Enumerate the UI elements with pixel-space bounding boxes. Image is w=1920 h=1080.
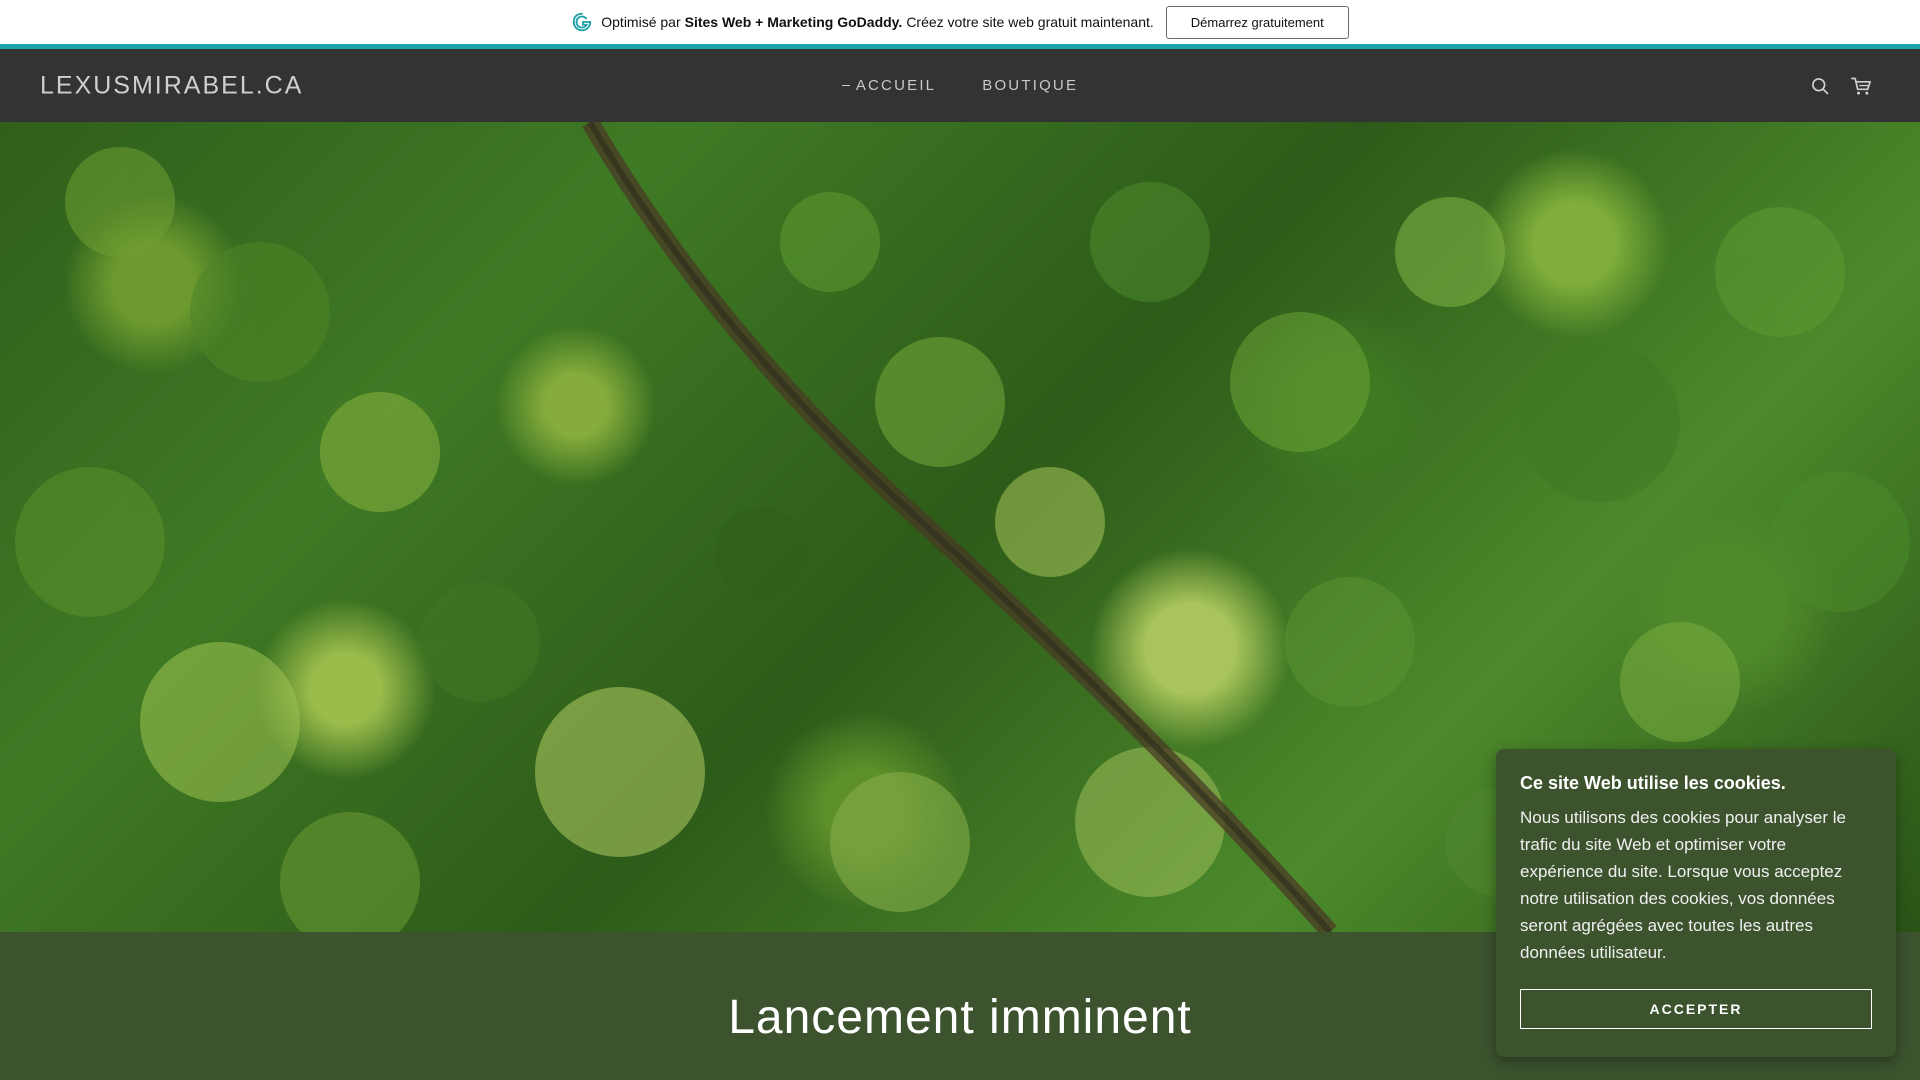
cookie-title: Ce site Web utilise les cookies. [1520, 773, 1786, 793]
promo-text: Optimisé par Sites Web + Marketing GoDad… [601, 14, 1154, 30]
accept-cookies-button[interactable]: ACCEPTER [1520, 989, 1872, 1029]
search-icon[interactable] [1810, 76, 1830, 96]
page-heading: Lancement imminent [728, 991, 1192, 1044]
active-indicator [841, 85, 850, 86]
cookie-body: Nous utilisons des cookies pour analyser… [1520, 808, 1847, 962]
godaddy-icon [571, 11, 593, 33]
site-logo[interactable]: LEXUSMIRABEL.CA [40, 71, 303, 100]
header-actions [1810, 76, 1872, 96]
promo-prefix: Optimisé par [601, 14, 681, 30]
promo-suffix: Créez votre site web gratuit maintenant. [906, 14, 1154, 30]
nav-item-label: BOUTIQUE [982, 77, 1079, 94]
cookie-banner: Ce site Web utilise les cookies. Nous ut… [1496, 749, 1896, 1057]
nav-item-label: ACCUEIL [855, 77, 937, 94]
start-free-button[interactable]: Démarrez gratuitement [1165, 5, 1349, 39]
promo-brand: Sites Web + Marketing GoDaddy. [684, 14, 903, 30]
page: Optimisé par Sites Web + Marketing GoDad… [0, 0, 1920, 1080]
nav-item-boutique[interactable]: BOUTIQUE [982, 77, 1078, 94]
promo-banner: Optimisé par Sites Web + Marketing GoDad… [0, 0, 1920, 44]
nav-item-accueil[interactable]: ACCUEIL [841, 77, 937, 94]
site-header: LEXUSMIRABEL.CA ACCUEIL BOUTIQUE [0, 49, 1920, 122]
cart-icon[interactable] [1850, 76, 1872, 96]
